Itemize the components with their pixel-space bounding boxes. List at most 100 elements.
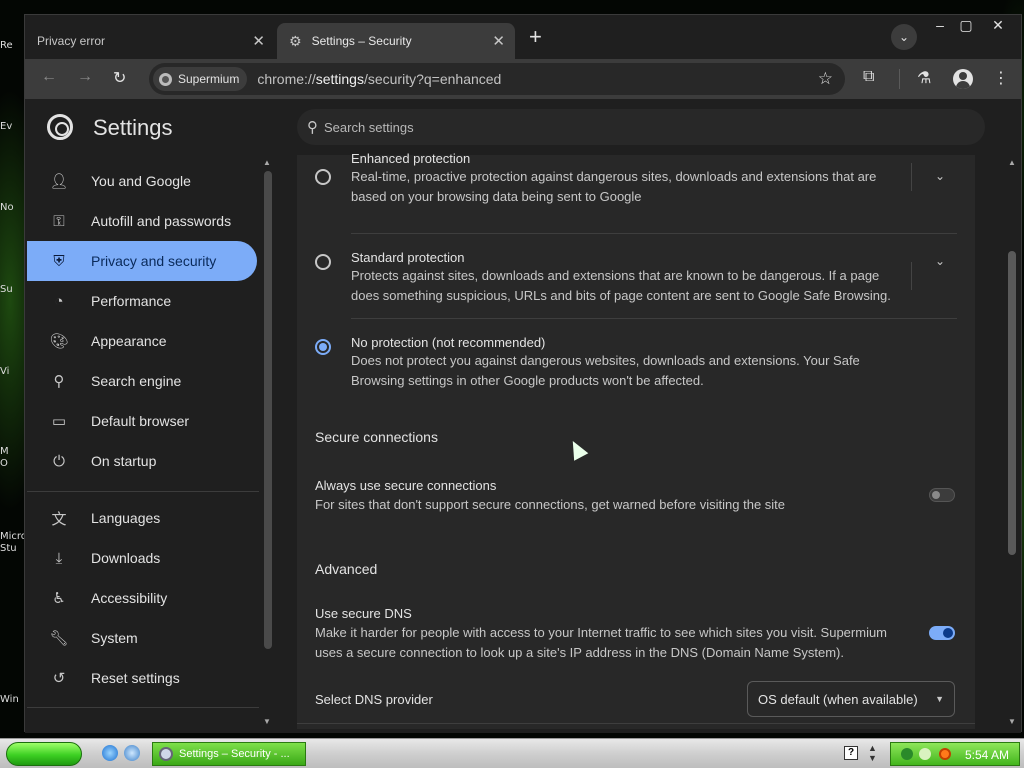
radio-button[interactable] <box>315 339 331 355</box>
desktop-icon-label: Su <box>0 284 13 295</box>
palette-icon: 🎨︎ <box>49 333 69 350</box>
profile-avatar-icon[interactable] <box>953 69 973 89</box>
sidebar-item-label: Accessibility <box>91 590 168 606</box>
sidebar-item-autofill[interactable]: ⚿ Autofill and passwords <box>27 201 257 241</box>
taskbar-button-label: Settings – Security - ... <box>179 748 290 760</box>
sidebar-item-performance[interactable]: ◔ Performance <box>27 281 257 321</box>
tray-expand-icon[interactable]: ▲ ▼ <box>868 743 877 763</box>
secure-connections-description: For sites that don't support secure conn… <box>315 497 786 512</box>
sidebar-item-label: System <box>91 630 138 646</box>
secure-connections-toggle[interactable] <box>929 488 955 502</box>
chevron-down-icon[interactable]: ⌄ <box>935 254 945 268</box>
desktop-icon-label: Win <box>0 694 19 705</box>
divider <box>911 262 912 290</box>
back-icon[interactable]: ← <box>41 68 57 86</box>
scroll-up-arrow-icon[interactable]: ▲ <box>263 158 271 167</box>
sidebar-item-label: Reset settings <box>91 670 180 686</box>
url-text[interactable]: chrome://settings/security?q=enhanced <box>257 71 501 87</box>
desktop-icon-label: No <box>0 202 14 213</box>
more-menu-icon[interactable]: ⋮ <box>993 68 1009 88</box>
desktop-icon-6[interactable]: M O <box>0 440 24 474</box>
sidebar-item-languages[interactable]: 文 Languages <box>27 498 257 538</box>
desktop-icon-label: M O <box>0 446 9 469</box>
scrollbar-thumb[interactable] <box>1008 251 1016 555</box>
reload-icon[interactable]: ↻ <box>113 68 126 88</box>
desktop-icon-8[interactable]: Win <box>0 688 24 712</box>
scroll-down-arrow-icon[interactable]: ▼ <box>263 717 271 726</box>
dns-provider-select[interactable]: OS default (when available) ▼ <box>747 681 955 717</box>
page-title: Settings <box>93 115 173 140</box>
settings-search[interactable]: ⚲ <box>297 109 985 145</box>
radio-button[interactable] <box>315 169 331 185</box>
desktop-icon-label: Re <box>0 40 13 51</box>
scroll-down-arrow-icon[interactable]: ▼ <box>1008 717 1016 726</box>
site-info-chip[interactable]: Supermium <box>153 67 248 91</box>
labs-flask-icon[interactable]: ⚗ <box>917 68 931 88</box>
desktop-icon-5[interactable]: Vi <box>0 360 24 384</box>
browser-quicklaunch-icon[interactable] <box>124 745 140 761</box>
new-tab-button[interactable]: + <box>529 26 542 48</box>
toolbar-divider <box>899 69 900 89</box>
sidebar-item-on-startup[interactable]: ⏻ On startup <box>27 441 257 481</box>
volume-icon[interactable] <box>919 748 931 760</box>
tab-settings-security[interactable]: ⚙ Settings – Security ✕ <box>277 23 515 59</box>
clock[interactable]: 5:54 AM <box>965 748 1009 762</box>
search-tray-icon[interactable] <box>939 748 951 760</box>
tab-privacy-error[interactable]: Privacy error ✕ <box>25 23 275 59</box>
desktop-icon-7[interactable]: Micro Stu <box>0 525 24 559</box>
sidebar-scrollbar[interactable]: ▲ ▼ <box>261 155 275 733</box>
row-divider <box>297 723 975 724</box>
search-input[interactable] <box>324 119 924 135</box>
address-bar[interactable]: Supermium chrome://settings/security?q=e… <box>149 63 845 95</box>
radio-button[interactable] <box>315 254 331 270</box>
desktop-icon-1[interactable]: Re <box>0 30 24 54</box>
sidebar-item-search-engine[interactable]: ⚲ Search engine <box>27 361 257 401</box>
maximize-button[interactable]: ▢ <box>951 17 981 34</box>
desktop-icon-4[interactable]: Su <box>0 278 24 302</box>
internet-explorer-icon[interactable] <box>102 745 118 761</box>
sidebar-item-accessibility[interactable]: ♿︎ Accessibility <box>27 578 257 618</box>
sidebar-item-reset-settings[interactable]: ↺ Reset settings <box>27 658 257 698</box>
extensions-puzzle-icon[interactable]: ⧉ <box>863 68 874 86</box>
chevron-down-icon[interactable]: ⌄ <box>935 169 945 183</box>
download-icon: ⤓ <box>55 549 63 567</box>
close-icon[interactable]: ✕ <box>252 32 265 50</box>
sidebar-item-you-and-google[interactable]: 👤︎ You and Google <box>27 161 257 201</box>
scroll-up-arrow-icon[interactable]: ▲ <box>1008 158 1016 167</box>
scrollbar-thumb[interactable] <box>264 171 272 649</box>
desktop-icon-2[interactable]: Ev <box>0 115 24 139</box>
content-scrollbar[interactable]: ▲ ▼ <box>1003 155 1021 733</box>
gear-icon: ⚙ <box>289 32 302 49</box>
desktop-icon-label: Vi <box>0 366 10 377</box>
section-heading-advanced: Advanced <box>315 561 378 577</box>
sidebar-item-label: Autofill and passwords <box>91 213 232 229</box>
bookmark-star-icon[interactable]: ☆ <box>818 69 833 89</box>
help-icon[interactable]: ? <box>844 746 858 760</box>
option-description: Protects against sites, downloads and ex… <box>351 268 891 303</box>
desktop-icon-3[interactable]: No <box>0 196 24 220</box>
tab-search-button[interactable]: ⌄ <box>891 24 917 50</box>
power-icon: ⏻ <box>53 452 65 470</box>
taskbar-button-settings[interactable]: Settings – Security - ... <box>152 742 306 766</box>
forward-icon[interactable]: → <box>77 68 93 86</box>
sidebar-item-downloads[interactable]: ⤓ Downloads <box>27 538 257 578</box>
secure-dns-toggle[interactable] <box>929 626 955 640</box>
translate-icon: 文 <box>51 510 67 528</box>
sidebar-item-default-browser[interactable]: ▭ Default browser <box>27 401 257 441</box>
close-icon[interactable]: ✕ <box>492 32 505 50</box>
tab-label: Privacy error <box>37 34 106 48</box>
sidebar-item-label: You and Google <box>91 173 191 189</box>
sidebar-item-appearance[interactable]: 🎨︎ Appearance <box>27 321 257 361</box>
chip-label: Supermium <box>178 72 240 86</box>
speedometer-icon: ◔ <box>54 292 64 310</box>
start-button[interactable] <box>6 742 82 766</box>
sidebar-item-privacy-security[interactable]: ⛨ Privacy and security <box>27 241 257 281</box>
close-window-button[interactable]: ✕ <box>983 17 1013 34</box>
sidebar-item-label: On startup <box>91 453 157 469</box>
settings-header: Settings ⚲ <box>25 99 1021 155</box>
sidebar-item-system[interactable]: 🔧︎ System <box>27 618 257 658</box>
url-host: settings <box>315 71 364 87</box>
network-icon[interactable] <box>901 748 913 760</box>
desktop-icon-label: Ev <box>0 121 13 132</box>
browser-window: Privacy error ✕ ⚙ Settings – Security ✕ … <box>24 14 1022 733</box>
